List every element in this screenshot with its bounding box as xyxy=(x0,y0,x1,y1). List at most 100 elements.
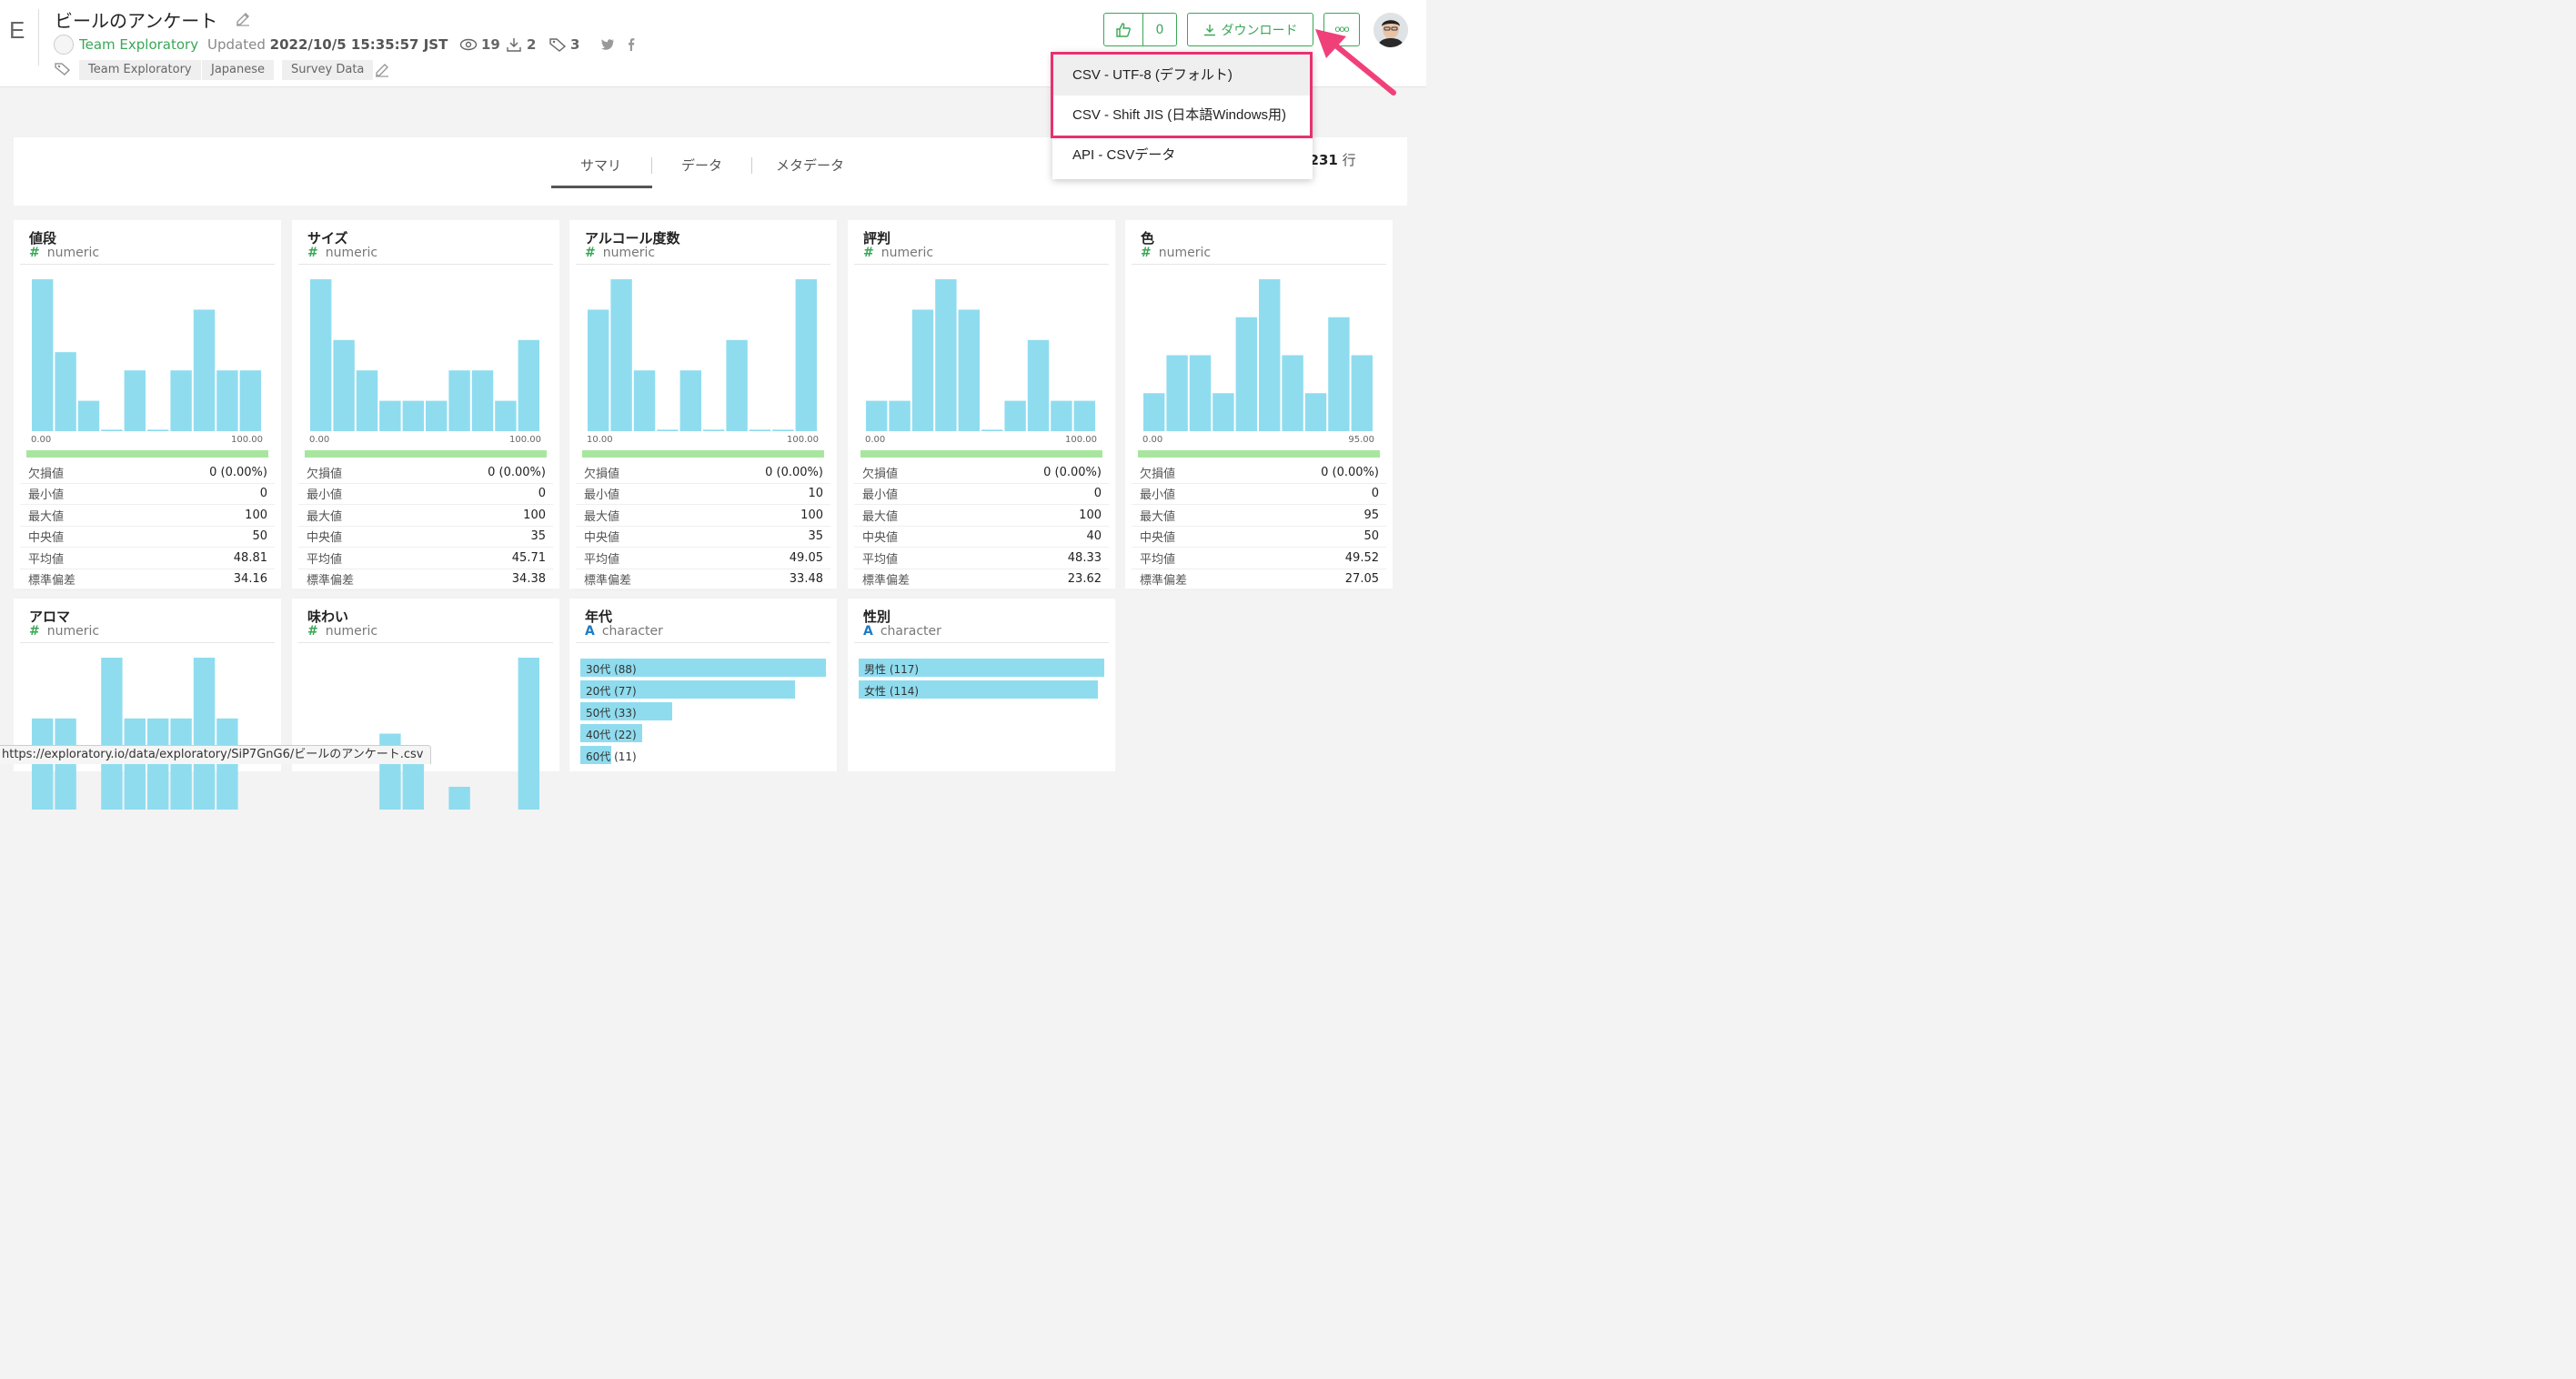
histogram-bar[interactable] xyxy=(101,429,123,431)
like-button[interactable] xyxy=(1103,13,1143,46)
column-name[interactable]: 色 xyxy=(1141,228,1154,247)
tag-team-exploratory[interactable]: Team Exploratory xyxy=(79,60,201,80)
histogram-bar[interactable] xyxy=(356,370,378,431)
stats-row: 欠損値 0 (0.00%) xyxy=(576,462,830,484)
tab-metadata[interactable]: メタデータ xyxy=(776,156,844,175)
histogram-bar[interactable] xyxy=(1351,355,1373,432)
category-bar[interactable]: 30代 (88) xyxy=(580,659,828,677)
histogram-bar[interactable] xyxy=(1027,339,1050,431)
histogram-bar[interactable] xyxy=(633,370,656,431)
facebook-icon[interactable] xyxy=(624,37,639,52)
column-name[interactable]: アルコール度数 xyxy=(585,228,680,247)
edit-tags-icon[interactable] xyxy=(374,62,390,78)
stat-value: 23.62 xyxy=(1067,572,1102,587)
histogram-bar[interactable] xyxy=(935,279,957,431)
edit-title-icon[interactable] xyxy=(235,11,251,27)
histogram-bar[interactable] xyxy=(193,658,216,810)
histogram-bar[interactable] xyxy=(55,352,76,431)
menu-item-api-csv[interactable]: API - CSVデータ xyxy=(1052,136,1313,176)
histogram-bar[interactable] xyxy=(588,309,609,431)
histogram-bar[interactable] xyxy=(1259,279,1281,431)
stat-label: 最大値 xyxy=(1140,509,1176,524)
histogram-bar[interactable] xyxy=(170,370,192,431)
histogram-bar[interactable] xyxy=(448,786,470,810)
column-name[interactable]: 性別 xyxy=(863,607,891,626)
column-name[interactable]: アロマ xyxy=(29,607,70,626)
column-name[interactable]: サイズ xyxy=(307,228,348,247)
column-name[interactable]: 味わい xyxy=(307,607,348,626)
tab-summary[interactable]: サマリ xyxy=(580,156,621,175)
histogram-bar[interactable] xyxy=(1235,317,1257,431)
histogram-bar[interactable] xyxy=(679,370,701,431)
category-bar[interactable]: 40代 (22) xyxy=(580,724,828,742)
stat-value: 100 xyxy=(800,508,823,522)
category-bar[interactable]: 男性 (117) xyxy=(859,659,1106,677)
category-bar[interactable]: 60代 (11) xyxy=(580,746,828,764)
completeness-bar xyxy=(305,450,547,458)
histogram-bar[interactable] xyxy=(726,339,748,431)
histogram-bar[interactable] xyxy=(889,400,911,431)
histogram-bar[interactable] xyxy=(495,400,517,431)
histogram-bar[interactable] xyxy=(101,658,123,810)
column-name[interactable]: 年代 xyxy=(585,607,612,626)
column-type-label: character xyxy=(601,624,663,639)
stats-table: 欠損値 0 (0.00%) 最小値 0 最大値 100 中央値 40 平均値 48.33 標準偏差 2… xyxy=(854,462,1109,590)
download-button[interactable]: ダウンロード xyxy=(1187,13,1313,46)
histogram-bar[interactable] xyxy=(866,400,888,431)
histogram-bar[interactable] xyxy=(124,370,146,431)
histogram-bar[interactable] xyxy=(32,279,54,431)
histogram-bar[interactable] xyxy=(1004,400,1026,431)
histogram-bar[interactable] xyxy=(426,400,448,431)
histogram-bar[interactable] xyxy=(981,429,1003,431)
histogram-bar[interactable] xyxy=(1328,317,1350,431)
tab-data[interactable]: データ xyxy=(681,156,722,175)
histogram-bar[interactable] xyxy=(1189,355,1212,432)
histogram-bar[interactable] xyxy=(193,309,216,431)
axis-max-label: 100.00 xyxy=(509,435,541,445)
category-bar[interactable]: 20代 (77) xyxy=(580,680,828,699)
histogram-bar[interactable] xyxy=(448,370,470,431)
tag-survey-data[interactable]: Survey Data xyxy=(282,60,374,80)
column-card: サイズ # numeric 0.00 100.00 欠損値 0 (0.00%) 最小値 0 最大値… xyxy=(292,220,559,590)
histogram-bar[interactable] xyxy=(333,339,355,431)
histogram-bar[interactable] xyxy=(239,370,261,431)
histogram-bar[interactable] xyxy=(1051,400,1072,431)
histogram-bar[interactable] xyxy=(1282,355,1303,432)
histogram-bar[interactable] xyxy=(772,429,794,431)
team-link[interactable]: Team Exploratory xyxy=(79,36,198,53)
category-bar[interactable]: 女性 (114) xyxy=(859,680,1106,699)
like-count[interactable]: 0 xyxy=(1142,13,1177,46)
stat-value: 0 (0.00%) xyxy=(1321,465,1379,479)
histogram-bar[interactable] xyxy=(379,400,401,431)
histogram-bar[interactable] xyxy=(703,429,725,431)
histogram-bar[interactable] xyxy=(147,429,169,431)
histogram-bar[interactable] xyxy=(518,339,539,431)
histogram-bar[interactable] xyxy=(1213,393,1234,431)
histogram-bar[interactable] xyxy=(958,309,980,431)
histogram-bar[interactable] xyxy=(402,400,424,431)
stats-row: 標準偏差 33.48 xyxy=(576,569,830,590)
tag-japanese[interactable]: Japanese xyxy=(202,60,275,80)
histogram-bar[interactable] xyxy=(1073,400,1095,431)
histogram-bar[interactable] xyxy=(1166,355,1188,432)
updated-prefix: Updated xyxy=(207,36,266,53)
histogram-bar[interactable] xyxy=(911,309,934,431)
histogram-bar[interactable] xyxy=(657,429,679,431)
histogram-bar[interactable] xyxy=(1304,393,1327,431)
histogram-bar[interactable] xyxy=(310,279,332,431)
category-bar[interactable]: 50代 (33) xyxy=(580,702,828,720)
stat-value: 0 xyxy=(1093,487,1102,501)
histogram-bar[interactable] xyxy=(1143,393,1165,431)
histogram-bar[interactable] xyxy=(216,370,238,431)
column-name[interactable]: 評判 xyxy=(863,228,891,247)
twitter-icon[interactable] xyxy=(600,37,615,52)
histogram-bar[interactable] xyxy=(795,279,817,431)
histogram-bar[interactable] xyxy=(610,279,632,431)
column-name[interactable]: 値段 xyxy=(29,228,56,247)
histogram-bar[interactable] xyxy=(749,429,771,431)
histogram-bar[interactable] xyxy=(471,370,494,431)
exploratory-logo[interactable]: E xyxy=(9,16,25,45)
histogram xyxy=(310,279,539,431)
histogram-bar[interactable] xyxy=(518,658,539,810)
histogram-bar[interactable] xyxy=(77,400,100,431)
